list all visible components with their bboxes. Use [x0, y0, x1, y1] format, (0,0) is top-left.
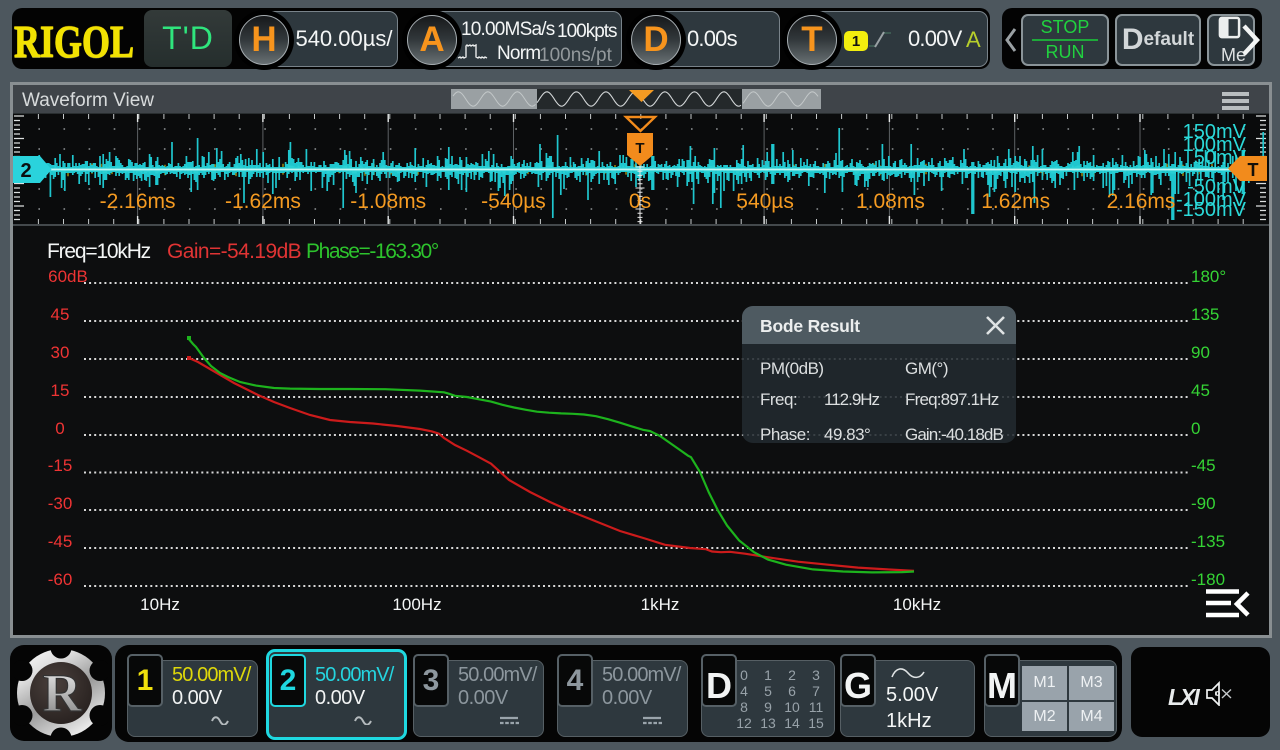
- svg-text:T: T: [635, 140, 644, 157]
- svg-text:2: 2: [20, 160, 31, 182]
- svg-text:-150mV: -150mV: [1176, 199, 1247, 221]
- svg-text:-1.08ms: -1.08ms: [350, 190, 426, 213]
- svg-text:-1.62ms: -1.62ms: [225, 190, 301, 213]
- svg-text:-540µs: -540µs: [481, 190, 546, 213]
- svg-text:1.08ms: 1.08ms: [856, 190, 925, 213]
- svg-text:R: R: [43, 663, 83, 723]
- svg-text:-2.16ms: -2.16ms: [100, 190, 176, 213]
- svg-text:0s: 0s: [629, 190, 651, 213]
- svg-text:2.16ms: 2.16ms: [1107, 190, 1176, 213]
- svg-text:1.62ms: 1.62ms: [981, 190, 1050, 213]
- svg-text:T: T: [1248, 160, 1259, 180]
- svg-text:540µs: 540µs: [736, 190, 794, 213]
